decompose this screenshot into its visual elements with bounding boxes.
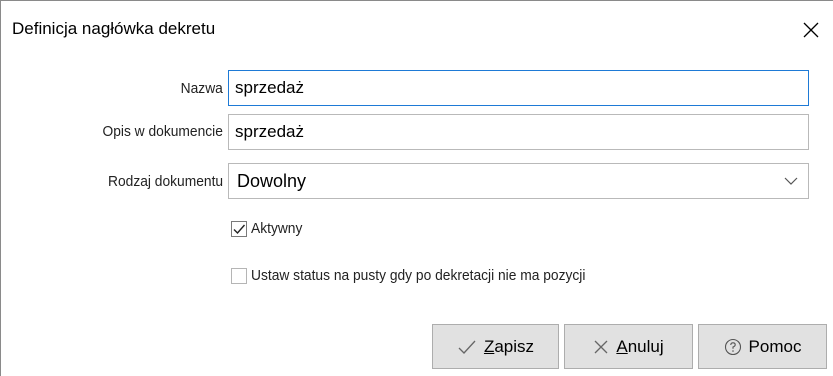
empty-status-checkbox-label: Ustaw status na pusty gdy po dekretacji … <box>251 267 586 284</box>
x-icon <box>593 339 609 355</box>
name-input-value: sprzedaż <box>235 78 304 97</box>
active-checkbox-row[interactable]: Aktywny <box>231 220 307 237</box>
title-bar[interactable]: Definicja nagłówka dekretu <box>1 1 833 55</box>
help-button-label: Pomoc <box>748 336 802 356</box>
document-type-value: Dowolny <box>237 171 307 191</box>
save-button[interactable]: Zapisz <box>432 324 559 369</box>
save-button-label: Zapisz <box>483 336 535 356</box>
document-type-label: Rodzaj dokumentu <box>107 173 223 190</box>
dialog-window: Definicja nagłówka dekretu Nazwa sprzeda… <box>0 0 833 376</box>
document-type-select[interactable]: Dowolny <box>228 163 809 199</box>
check-icon <box>457 339 477 355</box>
active-checkbox[interactable] <box>231 220 247 237</box>
empty-status-checkbox-row[interactable]: Ustaw status na pusty gdy po dekretacji … <box>231 267 615 284</box>
empty-status-checkbox[interactable] <box>231 267 247 284</box>
description-label: Opis w dokumencie <box>102 123 223 140</box>
description-input[interactable]: sprzedaż <box>228 114 809 150</box>
name-label: Nazwa <box>180 80 223 97</box>
active-checkbox-label: Aktywny <box>251 220 303 237</box>
help-button[interactable]: Pomoc <box>698 324 827 369</box>
cancel-button[interactable]: Anuluj <box>564 324 693 369</box>
help-circle-icon <box>724 338 742 356</box>
cancel-button-label: Anuluj <box>616 336 664 356</box>
description-input-value: sprzedaż <box>235 122 304 141</box>
dialog-title: Definicja nagłówka dekretu <box>12 19 216 38</box>
chevron-down-icon <box>784 177 798 185</box>
checkmark-icon <box>233 224 246 234</box>
name-input[interactable]: sprzedaż <box>228 70 809 106</box>
close-icon <box>803 22 819 38</box>
close-button[interactable] <box>796 15 826 45</box>
